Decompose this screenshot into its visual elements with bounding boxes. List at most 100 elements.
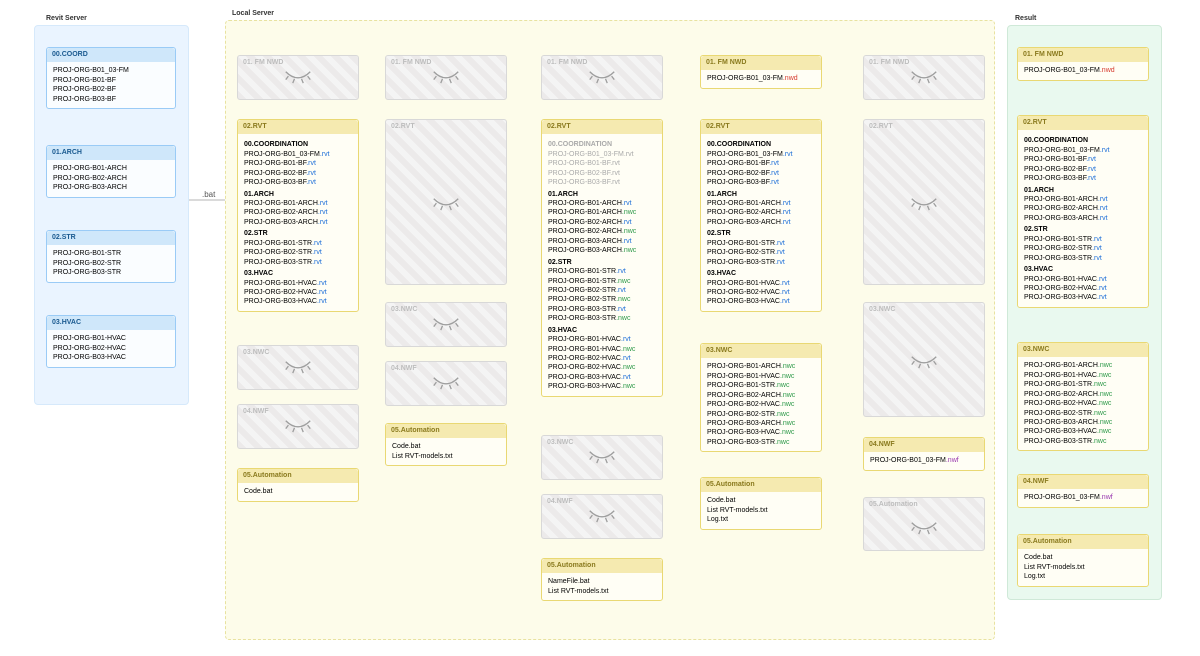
revit-str: 02.STR PROJ-ORG-B01-STRPROJ-ORG-B02-STRP… xyxy=(46,230,176,283)
section-heading: 03.HVAC xyxy=(1024,265,1142,274)
file-item: PROJ-ORG-B02-BF.rvt xyxy=(1024,165,1142,174)
list-item: List RVT-models.txt xyxy=(392,452,500,461)
file-item: PROJ-ORG-B01_03-FM.rvt xyxy=(1024,146,1142,155)
file-item: PROJ-ORG-B03-ARCH.nwc xyxy=(548,246,656,255)
file-item: PROJ-ORG-B03-HVAC.rvt xyxy=(244,297,352,306)
file-item: PROJ-ORG-B01_03-FM.nwf xyxy=(1024,493,1142,502)
list-item: PROJ-ORG-B03-ARCH xyxy=(53,183,169,192)
c1-auto-title: 05.Automation xyxy=(238,469,358,483)
list-item: NameFile.bat xyxy=(548,577,656,586)
file-item: PROJ-ORG-B03-STR.nwc xyxy=(707,438,815,447)
file-item: PROJ-ORG-B03-BF.rvt xyxy=(707,178,815,187)
list-item: Code.bat xyxy=(707,496,815,505)
file-item: PROJ-ORG-B01-HVAC.rvt xyxy=(1024,275,1142,284)
c5-nwf: 04.NWF PROJ-ORG-B01_03-FM.nwf xyxy=(863,437,985,471)
closed-eye-icon xyxy=(386,317,506,341)
file-item: PROJ-ORG-B03-ARCH.rvt xyxy=(1024,214,1142,223)
list-item: List RVT-models.txt xyxy=(548,587,656,596)
file-item: PROJ-ORG-B01-HVAC.nwc xyxy=(707,372,815,381)
bat-label: .bat xyxy=(202,190,215,199)
c1-rvt-title: 02.RVT xyxy=(238,120,358,134)
file-item: PROJ-ORG-B01-STR.rvt xyxy=(548,267,656,276)
section-heading: 02.STR xyxy=(707,229,815,238)
file-item: PROJ-ORG-B02-ARCH.rvt xyxy=(244,208,352,217)
file-item: PROJ-ORG-B01-HVAC.rvt xyxy=(707,279,815,288)
file-item: PROJ-ORG-B01_03-FM.nwd xyxy=(1024,66,1142,75)
list-item: PROJ-ORG-B02-BF xyxy=(53,85,169,94)
list-item: Log.txt xyxy=(1024,572,1142,581)
closed-eye-icon xyxy=(238,419,358,443)
section-heading: 00.COORDINATION xyxy=(707,140,815,149)
closed-eye-icon xyxy=(542,509,662,533)
c4-fm-body: PROJ-ORG-B01_03-FM.nwd xyxy=(701,70,821,87)
c1-nwc-closed: 03.NWC xyxy=(237,345,359,390)
c4-fm-title: 01. FM NWD xyxy=(701,56,821,70)
c1-auto-body: Code.bat xyxy=(238,483,358,500)
file-item: PROJ-ORG-B01-STR.rvt xyxy=(1024,235,1142,244)
file-item: PROJ-ORG-B02-HVAC.nwc xyxy=(548,363,656,372)
file-item: PROJ-ORG-B03-ARCH.rvt xyxy=(244,218,352,227)
list-item: PROJ-ORG-B01_03-FM xyxy=(53,66,169,75)
c2-nwc-closed: 03.NWC xyxy=(385,302,507,347)
c5-auto-closed: 05.Automation xyxy=(863,497,985,551)
section-heading: 02.STR xyxy=(548,258,656,267)
list-item: PROJ-ORG-B02-ARCH xyxy=(53,174,169,183)
file-item: PROJ-ORG-B01_03-FM.rvt xyxy=(707,150,815,159)
revit-coord: 00.COORD PROJ-ORG-B01_03-FMPROJ-ORG-B01-… xyxy=(46,47,176,109)
section-heading: 03.HVAC xyxy=(244,269,352,278)
section-heading: 01.ARCH xyxy=(548,190,656,199)
file-item: PROJ-ORG-B03-STR.rvt xyxy=(707,258,815,267)
list-item: List RVT-models.txt xyxy=(707,506,815,515)
c4-auto-title: 05.Automation xyxy=(701,478,821,492)
closed-eye-icon xyxy=(542,450,662,474)
c2-automation: 05.Automation Code.batList RVT-models.tx… xyxy=(385,423,507,466)
c5-fmnwd-closed: 01. FM NWD xyxy=(863,55,985,100)
closed-eye-icon xyxy=(238,360,358,384)
c4-rvt: 02.RVT 00.COORDINATIONPROJ-ORG-B01_03-FM… xyxy=(700,119,822,312)
c1-rvt: 02.RVT 00.COORDINATIONPROJ-ORG-B01_03-FM… xyxy=(237,119,359,312)
file-item: PROJ-ORG-B01_03-FM.rvt xyxy=(244,150,352,159)
file-item: PROJ-ORG-B03-HVAC.rvt xyxy=(548,373,656,382)
c3-automation: 05.Automation NameFile.batList RVT-model… xyxy=(541,558,663,601)
r-fm: 01. FM NWD PROJ-ORG-B01_03-FM.nwd xyxy=(1017,47,1149,81)
file-item: PROJ-ORG-B01-BF.rvt xyxy=(707,159,815,168)
c2-fmnwd-closed: 01. FM NWD xyxy=(385,55,507,100)
file-item: PROJ-ORG-B02-ARCH.nwc xyxy=(548,227,656,236)
c3-rvt-body: 00.COORDINATIONPROJ-ORG-B01_03-FM.rvtPRO… xyxy=(542,134,662,395)
file-item: PROJ-ORG-B02-STR.nwc xyxy=(1024,409,1142,418)
section-heading: 01.ARCH xyxy=(1024,186,1142,195)
revit-arch-body: PROJ-ORG-B01-ARCHPROJ-ORG-B02-ARCHPROJ-O… xyxy=(47,160,175,196)
section-heading: 01.ARCH xyxy=(244,190,352,199)
revit-arch: 01.ARCH PROJ-ORG-B01-ARCHPROJ-ORG-B02-AR… xyxy=(46,145,176,198)
r-rvt: 02.RVT 00.COORDINATIONPROJ-ORG-B01_03-FM… xyxy=(1017,115,1149,308)
file-item: PROJ-ORG-B02-STR.rvt xyxy=(707,248,815,257)
list-item: Log.txt xyxy=(707,515,815,524)
file-item: PROJ-ORG-B01-ARCH.nwc xyxy=(1024,361,1142,370)
c1-rvt-body: 00.COORDINATIONPROJ-ORG-B01_03-FM.rvtPRO… xyxy=(238,134,358,310)
file-item: PROJ-ORG-B02-BF.rvt xyxy=(244,169,352,178)
file-item: PROJ-ORG-B01_03-FM.nwf xyxy=(870,456,978,465)
file-item: PROJ-ORG-B02-ARCH.nwc xyxy=(707,391,815,400)
list-item: PROJ-ORG-B01-ARCH xyxy=(53,164,169,173)
list-item: PROJ-ORG-B03-BF xyxy=(53,95,169,104)
section-heading: 03.HVAC xyxy=(548,326,656,335)
c5-rvt-closed: 02.RVT xyxy=(863,119,985,285)
c2-rvt-closed: 02.RVT xyxy=(385,119,507,285)
file-item: PROJ-ORG-B02-ARCH.nwc xyxy=(1024,390,1142,399)
file-item: PROJ-ORG-B03-ARCH.rvt xyxy=(707,218,815,227)
c4-fmnwd: 01. FM NWD PROJ-ORG-B01_03-FM.nwd xyxy=(700,55,822,89)
section-heading: 02.STR xyxy=(244,229,352,238)
closed-eye-icon xyxy=(864,70,984,94)
file-item: PROJ-ORG-B01-ARCH.rvt xyxy=(707,199,815,208)
list-item: PROJ-ORG-B03-STR xyxy=(53,268,169,277)
c2-auto-title: 05.Automation xyxy=(386,424,506,438)
local-title: Local Server xyxy=(232,10,274,17)
c3-auto-title: 05.Automation xyxy=(542,559,662,573)
revit-str-body: PROJ-ORG-B01-STRPROJ-ORG-B02-STRPROJ-ORG… xyxy=(47,245,175,281)
section-heading: 02.STR xyxy=(1024,225,1142,234)
c4-rvt-title: 02.RVT xyxy=(701,120,821,134)
file-item: PROJ-ORG-B03-ARCH.rvt xyxy=(548,237,656,246)
c2-auto-body: Code.batList RVT-models.txt xyxy=(386,438,506,465)
revit-str-title: 02.STR xyxy=(47,231,175,245)
closed-eye-icon xyxy=(386,376,506,400)
